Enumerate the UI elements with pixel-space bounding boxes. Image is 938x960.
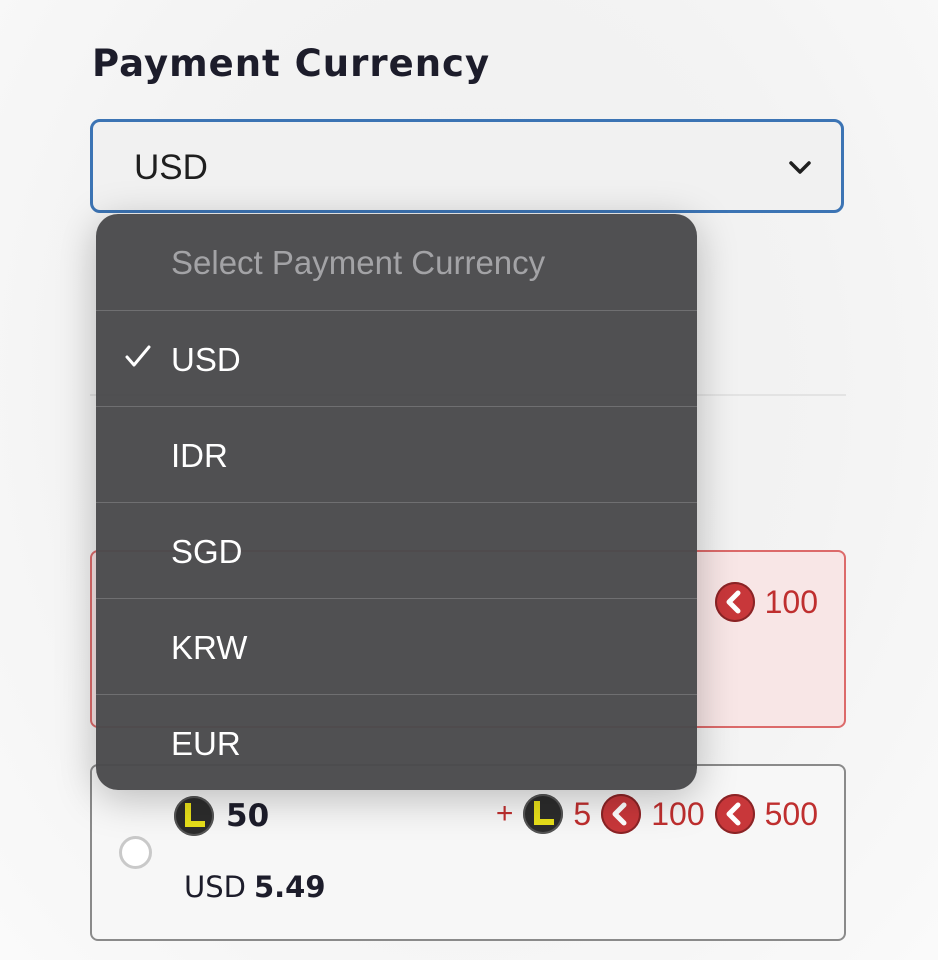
dropdown-option-sgd[interactable]: SGD [96, 502, 697, 598]
red-coin-icon [714, 794, 755, 834]
bonus-value: 100 [764, 583, 818, 620]
bonus-value: 500 [764, 795, 818, 832]
price-amount: 5.49 [253, 870, 326, 904]
dropdown-option-label: EUR [171, 725, 241, 762]
currency-select-value: USD [134, 148, 208, 187]
dropdown-option-krw[interactable]: KRW [96, 598, 697, 694]
yellow-coin-icon [174, 796, 214, 836]
dropdown-option-label: IDR [171, 437, 228, 474]
package-radio[interactable] [119, 836, 152, 869]
currency-dropdown-menu: Select Payment Currency USD IDR SGD KRW … [96, 214, 697, 790]
dropdown-option-label: KRW [171, 629, 248, 666]
dropdown-placeholder-text: Select Payment Currency [171, 244, 546, 281]
dropdown-option-eur[interactable]: EUR [96, 694, 697, 790]
bonus-row: 100 [714, 582, 818, 622]
bonus-row: + 5 100 500 [496, 794, 818, 834]
currency-select[interactable]: USD [90, 119, 844, 213]
chevron-down-icon [789, 161, 811, 174]
bonus-value: 5 [573, 795, 592, 832]
yellow-coin-icon [523, 794, 564, 834]
dropdown-option-label: SGD [171, 533, 243, 570]
dropdown-option-idr[interactable]: IDR [96, 406, 697, 502]
dropdown-option-label: USD [171, 341, 241, 378]
bonus-value: 100 [651, 795, 705, 832]
red-coin-icon [601, 794, 642, 834]
page-title: Payment Currency [92, 42, 491, 85]
red-coin-icon [714, 582, 755, 622]
dropdown-placeholder: Select Payment Currency [96, 214, 697, 310]
base-amount: 50 [226, 798, 270, 834]
price-currency: USD [184, 870, 246, 904]
dropdown-option-usd[interactable]: USD [96, 310, 697, 406]
package-option-card[interactable]: 50 + 5 100 500 USD 5.49 [90, 764, 846, 941]
base-amount-row: 50 [174, 796, 269, 836]
checkmark-icon [125, 345, 151, 367]
bonus-plus: + [495, 797, 514, 830]
price: USD 5.49 [184, 870, 326, 904]
